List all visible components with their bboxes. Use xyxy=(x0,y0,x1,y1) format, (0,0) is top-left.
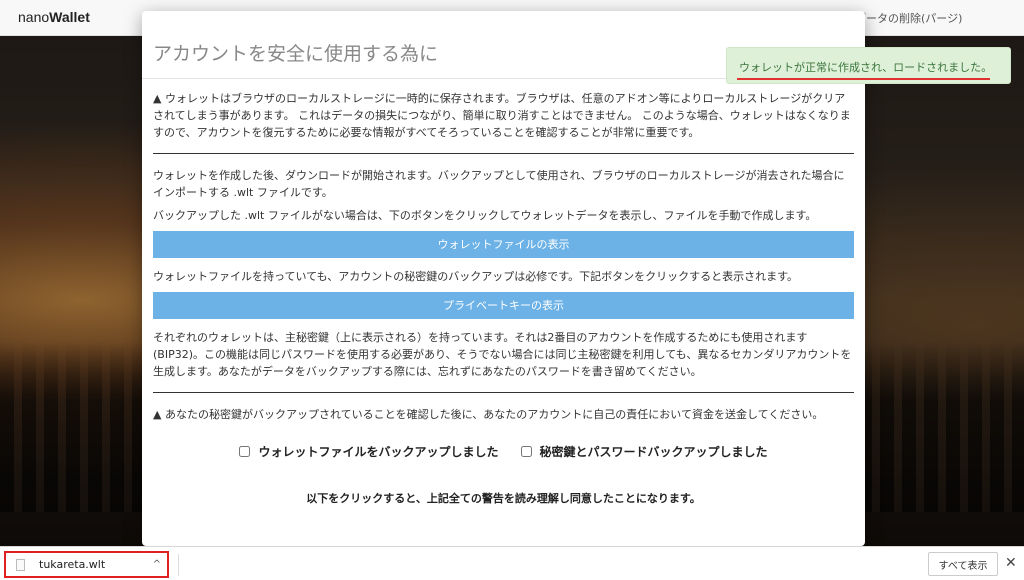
download-item[interactable]: tukareta.wlt ^ xyxy=(4,551,169,578)
modal-body: ▲ ウォレットはブラウザのローカルストレージに一時的に保存されます。ブラウザは、… xyxy=(142,79,865,506)
show-all-downloads-button[interactable]: すべて表示 xyxy=(928,552,998,576)
agree-text: 以下をクリックすると、上記全ての警告を読み理解し同意したことになります。 xyxy=(306,492,701,505)
fund-warning-text: あなたの秘密鍵がバックアップされていることを確認した後に、あなたのアカウントに自… xyxy=(164,408,824,421)
download-bar: tukareta.wlt ^ すべて表示 ✕ xyxy=(0,546,1024,580)
key-backup-checkbox-input[interactable] xyxy=(520,446,532,457)
download-info: ウォレットを作成した後、ダウンロードが開始されます。バックアップとして使用され、… xyxy=(153,169,845,199)
master-key-info: それぞれのウォレットは、主秘密鍵（上に表示される）を持っています。それは2番目の… xyxy=(153,331,852,378)
key-backup-label: 秘密鍵とパスワードバックアップしました xyxy=(539,445,768,459)
wallet-backup-checkbox[interactable]: ウォレットファイルをバックアップしました xyxy=(239,443,499,460)
storage-warning: ▲ ウォレットはブラウザのローカルストレージに一時的に保存されます。ブラウザは、… xyxy=(153,90,854,141)
download-file-name: tukareta.wlt xyxy=(39,558,106,571)
storage-warning-text: ウォレットはブラウザのローカルストレージに一時的に保存されます。ブラウザは、任意… xyxy=(153,92,851,139)
success-toast: ウォレットが正常に作成され、ロードされました。 xyxy=(726,47,1011,84)
red-underline-annotation xyxy=(737,78,990,80)
file-icon xyxy=(16,558,25,571)
divider xyxy=(153,392,854,393)
show-wallet-file-button[interactable]: ウォレットファイルの表示 xyxy=(153,231,854,258)
wallet-backup-label: ウォレットファイルをバックアップしました xyxy=(258,445,499,459)
private-key-info: ウォレットファイルを持っていても、アカウントの秘密鍵のバックアップは必修です。下… xyxy=(153,270,799,283)
divider xyxy=(153,153,854,154)
wallet-backup-checkbox-input[interactable] xyxy=(239,446,251,457)
warning-icon: ▲ xyxy=(153,92,165,105)
no-backup-info: バックアップした .wlt ファイルがない場合は、下のボタンをクリックしてウォレ… xyxy=(153,209,817,222)
fund-warning: ▲ あなたの秘密鍵がバックアップされていることを確認した後に、あなたのアカウント… xyxy=(153,406,854,423)
chevron-up-icon[interactable]: ^ xyxy=(153,559,161,570)
toast-message: ウォレットが正常に作成され、ロードされました。 xyxy=(739,61,993,74)
key-backup-checkbox[interactable]: 秘密鍵とパスワードバックアップしました xyxy=(520,443,768,460)
close-icon[interactable]: ✕ xyxy=(1005,555,1017,571)
app-logo[interactable]: nanoWallet xyxy=(18,9,90,25)
divider xyxy=(178,554,179,576)
show-private-key-button[interactable]: プライベートキーの表示 xyxy=(153,292,854,319)
backup-checkboxes: ウォレットファイルをバックアップしました 秘密鍵とパスワードバックアップしました xyxy=(153,443,854,460)
warning-icon: ▲ xyxy=(153,408,165,421)
security-modal: アカウントを安全に使用する為に ▲ ウォレットはブラウザのローカルストレージに一… xyxy=(142,11,865,546)
